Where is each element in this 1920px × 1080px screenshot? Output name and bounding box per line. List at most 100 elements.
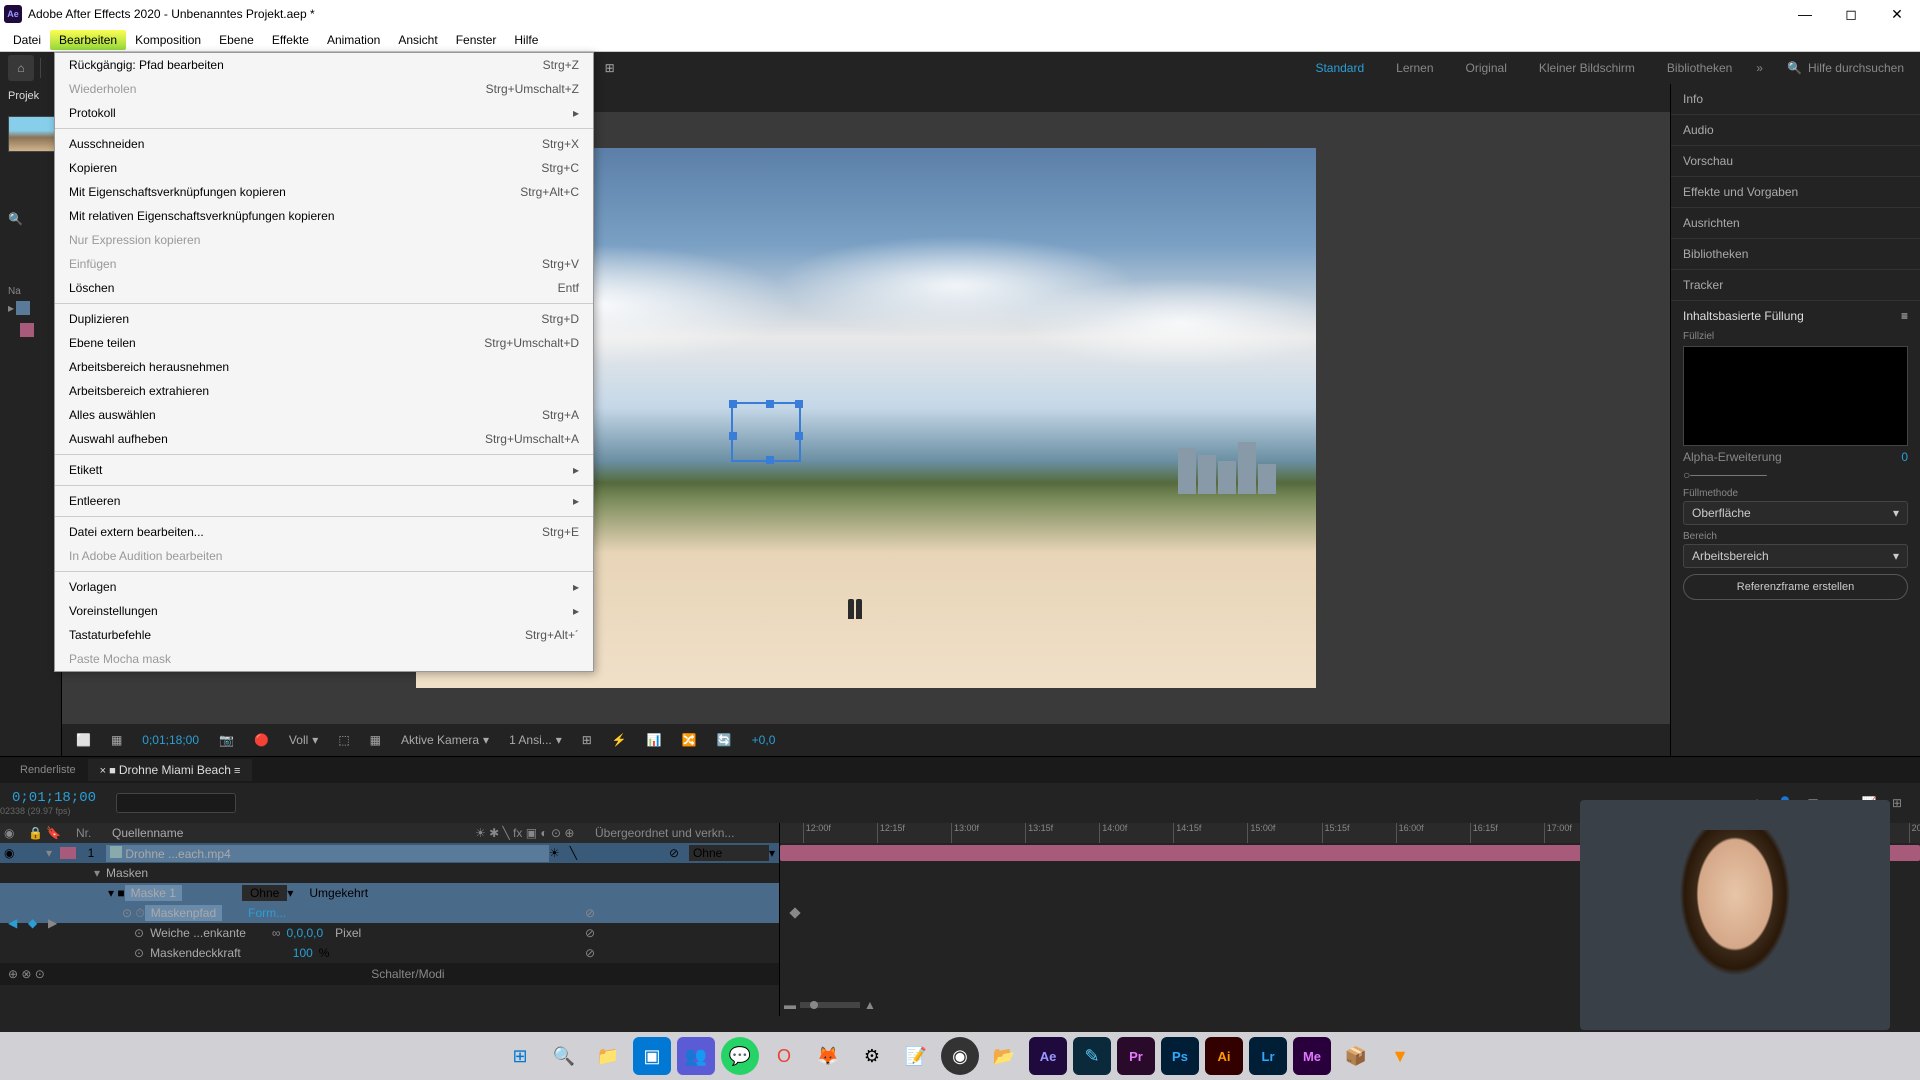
dd-select-all[interactable]: Alles auswählenStrg+A [55, 403, 593, 427]
ai-icon[interactable]: Ai [1205, 1037, 1243, 1075]
close-button[interactable]: ✕ [1874, 0, 1920, 28]
task-view-icon[interactable]: ▣ [633, 1037, 671, 1075]
add-keyframe-icon[interactable]: ◆ [28, 916, 44, 932]
caf-menu-icon[interactable]: ≡ [1901, 309, 1908, 323]
mask-path-row[interactable]: ⊙ ⏱ Maskenpfad Form... ⊘ [0, 903, 779, 923]
keyframe[interactable] [790, 907, 801, 918]
home-icon[interactable]: ⌂ [8, 55, 34, 81]
teams-icon[interactable]: 👥 [677, 1037, 715, 1075]
minimize-button[interactable]: — [1782, 0, 1828, 28]
firefox-icon[interactable]: 🦊 [809, 1037, 847, 1075]
layer-row-1[interactable]: ◉▾ 1 Drohne ...each.mp4 ☀ ╲ ⊘ Ohne▾ [0, 843, 779, 863]
files-icon[interactable]: 📂 [985, 1037, 1023, 1075]
toggle-switches-icon[interactable]: ⊕ ⊗ ⊙ [8, 967, 45, 981]
dd-undo[interactable]: Rückgängig: Pfad bearbeitenStrg+Z [55, 53, 593, 77]
viewer-time[interactable]: 0;01;18;00 [136, 731, 205, 749]
app-icon-4[interactable]: ▼ [1381, 1037, 1419, 1075]
maximize-button[interactable]: ◻ [1828, 0, 1874, 28]
pr-icon[interactable]: Pr [1117, 1037, 1155, 1075]
menu-ansicht[interactable]: Ansicht [389, 30, 446, 50]
camera-select[interactable]: Aktive Kamera ▾ [395, 731, 495, 749]
dd-prefs[interactable]: Voreinstellungen [55, 599, 593, 623]
dd-delete[interactable]: LöschenEntf [55, 276, 593, 300]
app-icon-3[interactable]: 📦 [1337, 1037, 1375, 1075]
grid-icon[interactable]: ▦ [105, 731, 128, 749]
exposure-value[interactable]: +0,0 [746, 731, 782, 749]
panel-ausrichten[interactable]: Ausrichten [1671, 208, 1920, 239]
exposure-reset-icon[interactable]: 🔄 [711, 731, 738, 749]
ps-icon[interactable]: Ps [1161, 1037, 1199, 1075]
next-keyframe-icon[interactable]: ▶ [48, 916, 64, 932]
dd-copy[interactable]: KopierenStrg+C [55, 156, 593, 180]
workspace-kleiner[interactable]: Kleiner Bildschirm [1531, 57, 1643, 79]
channels-icon[interactable]: 🔴 [248, 731, 275, 749]
dd-edit-original[interactable]: Datei extern bearbeiten...Strg+E [55, 520, 593, 544]
zoom-out-icon[interactable]: ▬ [784, 998, 796, 1012]
workspace-bibliotheken[interactable]: Bibliotheken [1659, 57, 1740, 79]
ae-taskbar-icon[interactable]: Ae [1029, 1037, 1067, 1075]
dd-label[interactable]: Etikett [55, 458, 593, 482]
prev-keyframe-icon[interactable]: ◀ [8, 916, 24, 932]
dd-deselect[interactable]: Auswahl aufhebenStrg+Umschalt+A [55, 427, 593, 451]
help-search[interactable]: 🔍 Hilfe durchsuchen [1779, 57, 1912, 79]
start-icon[interactable]: ⊞ [501, 1037, 539, 1075]
snap-opt2-icon[interactable]: ⊞ [597, 55, 623, 81]
menu-animation[interactable]: Animation [318, 30, 389, 50]
workspace-standard[interactable]: Standard [1307, 57, 1372, 79]
transparency-icon[interactable]: ▦ [364, 731, 387, 749]
mask-path-overlay[interactable] [731, 402, 801, 462]
lr-icon[interactable]: Lr [1249, 1037, 1287, 1075]
dd-cut[interactable]: AusschneidenStrg+X [55, 132, 593, 156]
tab-composition[interactable]: × ■ Drohne Miami Beach ≡ [88, 759, 253, 781]
panel-bibliotheken[interactable]: Bibliotheken [1671, 239, 1920, 270]
menu-komposition[interactable]: Komposition [126, 30, 210, 50]
project-tab[interactable]: Projek [0, 84, 61, 108]
workspace-original[interactable]: Original [1458, 57, 1515, 79]
dd-templates[interactable]: Vorlagen [55, 575, 593, 599]
dd-purge[interactable]: Entleeren [55, 489, 593, 513]
zoom-slider[interactable] [800, 1002, 860, 1008]
taskbar-search-icon[interactable]: 🔍 [545, 1037, 583, 1075]
caf-reference-button[interactable]: Referenzframe erstellen [1683, 574, 1908, 600]
resolution-select[interactable]: Voll ▾ [283, 731, 324, 749]
zoom-in-icon[interactable]: ▲ [864, 998, 876, 1012]
dd-copy-links[interactable]: Mit Eigenschaftsverknüpfungen kopierenSt… [55, 180, 593, 204]
dd-copy-rel-links[interactable]: Mit relativen Eigenschaftsverknüpfungen … [55, 204, 593, 228]
dd-history[interactable]: Protokoll [55, 101, 593, 125]
timeline-icon[interactable]: 📊 [641, 731, 668, 749]
timeline-search[interactable] [116, 793, 236, 813]
workspace-overflow-icon[interactable]: » [1756, 61, 1763, 75]
pixel-aspect-icon[interactable]: ⊞ [576, 731, 598, 749]
roi-icon[interactable]: ⬚ [332, 731, 355, 749]
tab-renderliste[interactable]: Renderliste [8, 760, 88, 780]
dd-extract[interactable]: Arbeitsbereich extrahieren [55, 379, 593, 403]
panel-audio[interactable]: Audio [1671, 115, 1920, 146]
menu-fenster[interactable]: Fenster [447, 30, 506, 50]
app-icon-1[interactable]: ⚙ [853, 1037, 891, 1075]
dd-duplicate[interactable]: DuplizierenStrg+D [55, 307, 593, 331]
magnification-icon[interactable]: ⬜ [70, 731, 97, 749]
masks-group[interactable]: ▾ Masken [0, 863, 779, 883]
caf-alpha-value[interactable]: 0 [1901, 450, 1908, 464]
menu-datei[interactable]: Datei [4, 30, 50, 50]
panel-info[interactable]: Info [1671, 84, 1920, 115]
project-thumbnail[interactable] [8, 116, 56, 152]
workspace-lernen[interactable]: Lernen [1388, 57, 1441, 79]
switches-modes-label[interactable]: Schalter/Modi [371, 967, 444, 981]
me-icon[interactable]: Me [1293, 1037, 1331, 1075]
caf-range-select[interactable]: Arbeitsbereich▾ [1683, 544, 1908, 568]
dd-lift[interactable]: Arbeitsbereich herausnehmen [55, 355, 593, 379]
dd-shortcuts[interactable]: TastaturbefehleStrg+Alt+´ [55, 623, 593, 647]
whatsapp-icon[interactable]: 💬 [721, 1037, 759, 1075]
timeline-timecode[interactable]: 0;01;18;00 [0, 790, 108, 806]
snapshot-icon[interactable]: 📷 [213, 731, 240, 749]
mask-opacity-row[interactable]: ⊙ Maskendeckkraft 100% ⊘ [0, 943, 779, 963]
mask-1-row[interactable]: ▾ ■ Maske 1 Ohne▾ Umgekehrt [0, 883, 779, 903]
caf-method-select[interactable]: Oberfläche▾ [1683, 501, 1908, 525]
menu-ebene[interactable]: Ebene [210, 30, 263, 50]
obs-icon[interactable]: ◉ [941, 1037, 979, 1075]
menu-bearbeiten[interactable]: Bearbeiten [50, 30, 126, 50]
explorer-icon[interactable]: 📁 [589, 1037, 627, 1075]
menu-effekte[interactable]: Effekte [263, 30, 318, 50]
mask-feather-row[interactable]: ⊙ Weiche ...enkante ∞ 0,0,0,0 Pixel ⊘ [0, 923, 779, 943]
